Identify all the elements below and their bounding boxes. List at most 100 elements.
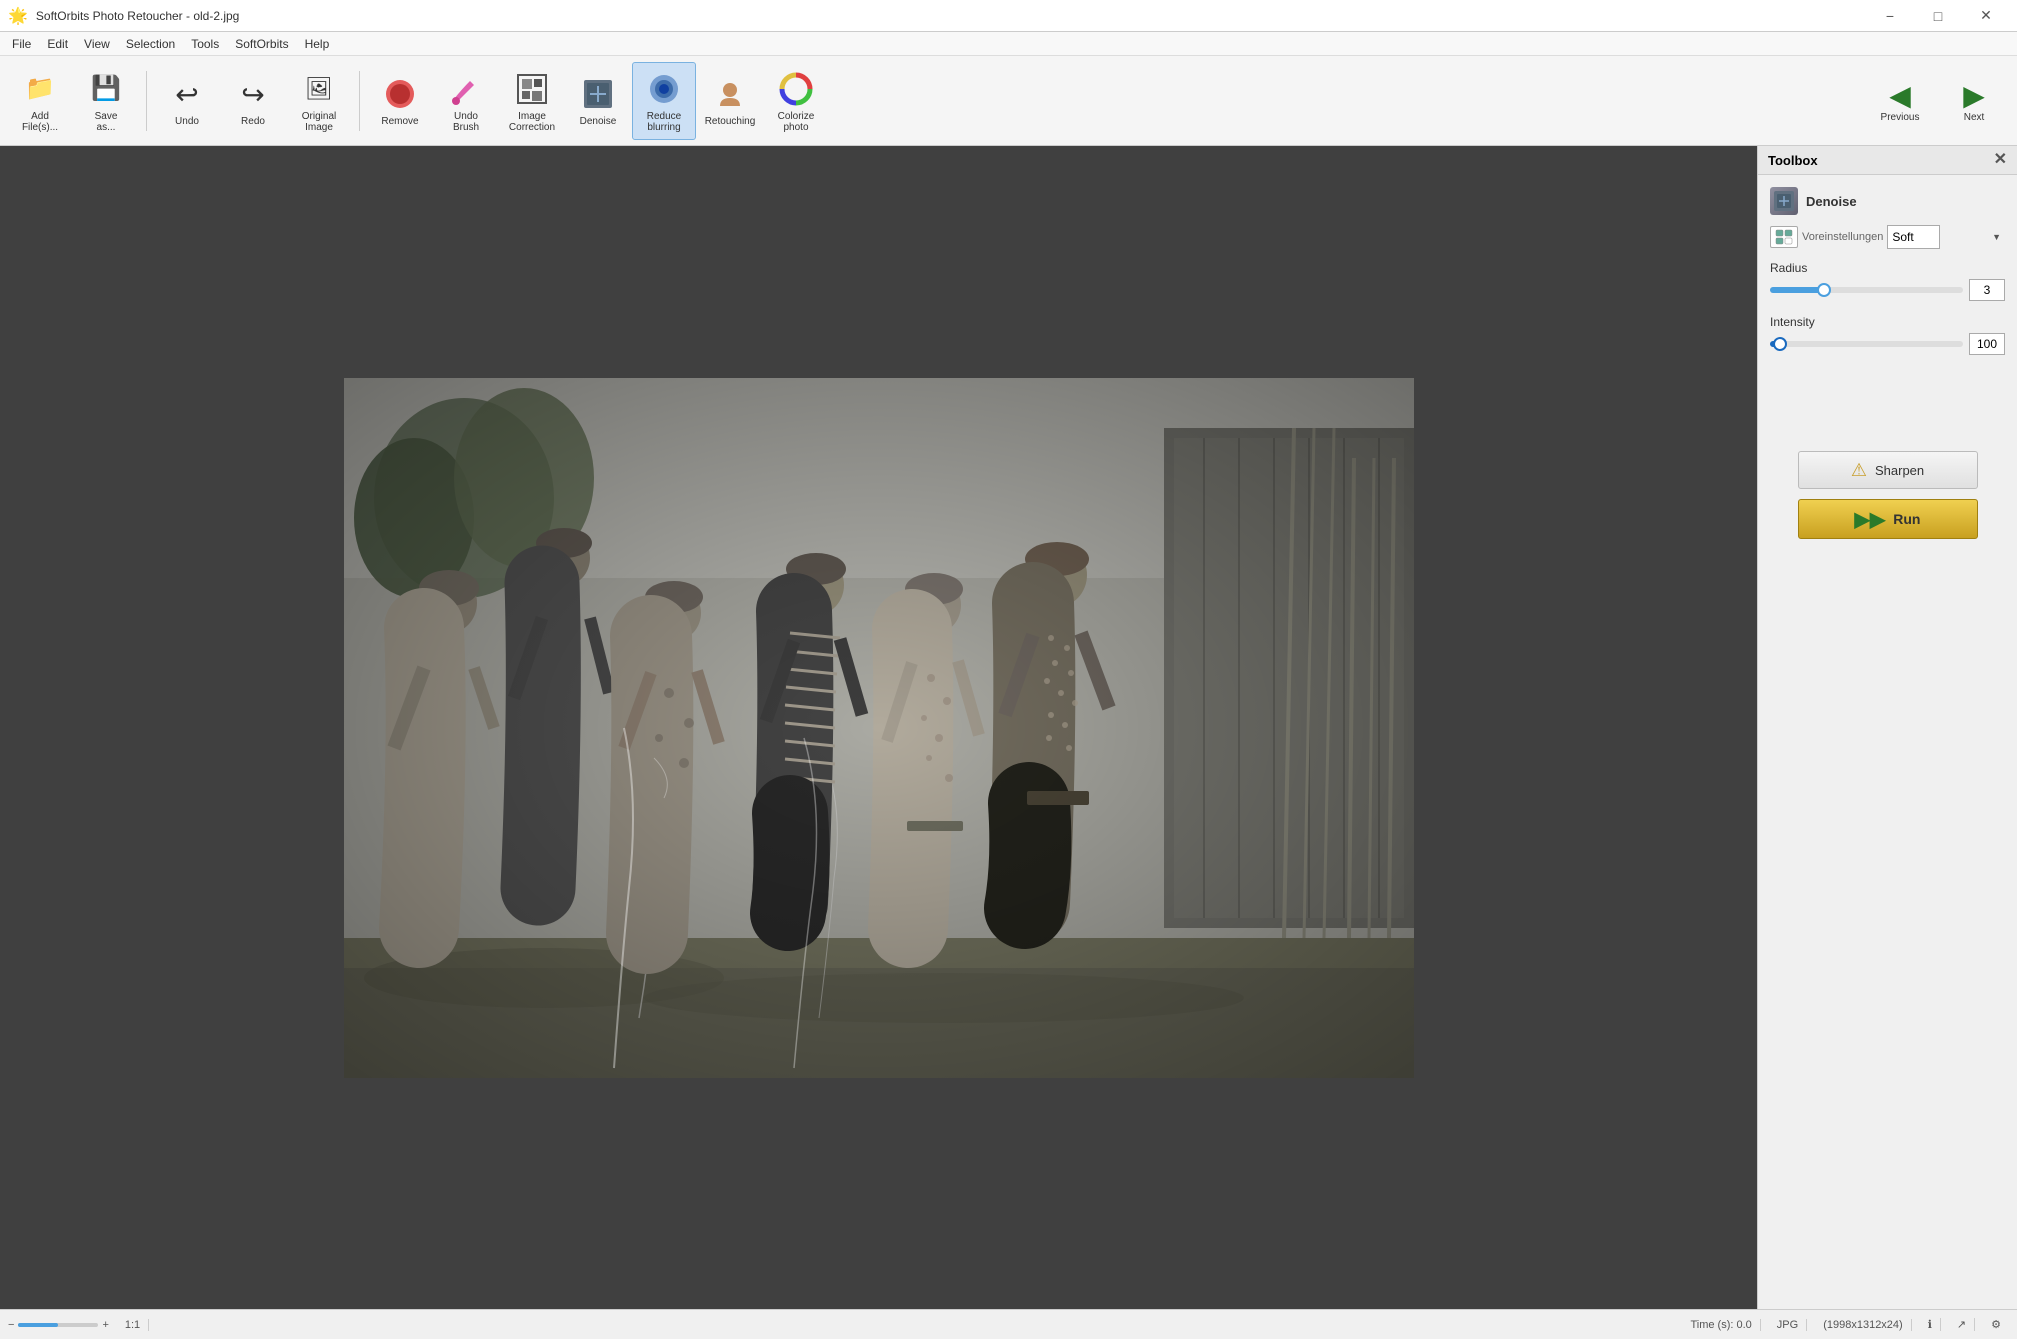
status-dimensions: (1998x1312x24): [1815, 1319, 1912, 1331]
status-info-icon[interactable]: ℹ: [1920, 1318, 1941, 1331]
sharpen-button[interactable]: ⚠ Sharpen: [1798, 451, 1978, 489]
spacer: [1770, 371, 2005, 451]
image-correction-label: ImageCorrection: [509, 111, 555, 133]
menu-file[interactable]: File: [4, 35, 39, 53]
radius-slider-row: Radius 3: [1770, 261, 2005, 301]
status-time: Time (s): 0.0: [1682, 1319, 1760, 1331]
toolbox-title: Toolbox: [1768, 153, 1818, 168]
previous-button[interactable]: ◀ Previous: [1865, 62, 1935, 140]
original-image-button[interactable]: 🖼 OriginalImage: [287, 62, 351, 140]
toolbar-group-file: 📁 AddFile(s)... 💾 Saveas...: [8, 62, 138, 140]
sharpen-icon: ⚠: [1851, 460, 1867, 481]
divider-2: [359, 71, 360, 131]
colorize-photo-button[interactable]: Colorizephoto: [764, 62, 828, 140]
intensity-slider-thumb[interactable]: [1773, 337, 1787, 351]
denoise-header: Denoise: [1770, 187, 2005, 215]
intensity-slider-control: 100: [1770, 333, 2005, 355]
reduce-blurring-label: Reduceblurring: [647, 111, 681, 133]
undo-button[interactable]: ↩ Undo: [155, 62, 219, 140]
redo-label: Redo: [241, 116, 265, 127]
zoom-level: 1:1: [117, 1319, 149, 1331]
remove-icon: [380, 74, 420, 114]
add-files-icon: 📁: [20, 69, 60, 109]
photo-container: [0, 146, 1757, 1309]
redo-button[interactable]: ↪ Redo: [221, 62, 285, 140]
presets-select[interactable]: Soft Medium Strong Custom: [1887, 225, 1940, 249]
next-button[interactable]: ▶ Next: [1939, 62, 2009, 140]
divider-1: [146, 71, 147, 131]
undo-brush-button[interactable]: UndoBrush: [434, 62, 498, 140]
intensity-value[interactable]: 100: [1969, 333, 2005, 355]
nav-buttons: ◀ Previous ▶ Next: [1865, 62, 2009, 140]
radius-slider-thumb[interactable]: [1817, 283, 1831, 297]
status-settings-icon[interactable]: ⚙: [1983, 1318, 2009, 1331]
toolbox-panel: Toolbox ✕ Denoise: [1757, 146, 2017, 1309]
save-as-label: Saveas...: [95, 111, 118, 133]
undo-brush-icon: [446, 69, 486, 109]
maximize-button[interactable]: □: [1915, 0, 1961, 32]
reduce-blurring-icon: [644, 69, 684, 109]
save-as-icon: 💾: [86, 69, 126, 109]
status-share-icon[interactable]: ↗: [1949, 1318, 1975, 1331]
remove-label: Remove: [381, 116, 418, 127]
window-title: SoftOrbits Photo Retoucher - old-2.jpg: [36, 9, 239, 23]
colorize-photo-label: Colorizephoto: [778, 111, 815, 133]
toolbox-denoise-section: Denoise Voreinstellungen: [1770, 187, 2005, 355]
presets-row: Voreinstellungen Soft Medium Strong Cust…: [1770, 225, 2005, 249]
menu-help[interactable]: Help: [297, 35, 338, 53]
next-icon: ▶: [1963, 79, 1985, 112]
intensity-slider-track[interactable]: [1770, 341, 1963, 347]
denoise-section-label: Denoise: [1806, 194, 1857, 209]
toolbox-close-button[interactable]: ✕: [1994, 152, 2007, 168]
main-area: Toolbox ✕ Denoise: [0, 146, 2017, 1309]
radius-value[interactable]: 3: [1969, 279, 2005, 301]
save-as-button[interactable]: 💾 Saveas...: [74, 62, 138, 140]
title-bar-left: 🌟 SoftOrbits Photo Retoucher - old-2.jpg: [8, 6, 239, 26]
radius-slider-control: 3: [1770, 279, 2005, 301]
reduce-blurring-button[interactable]: Reduceblurring: [632, 62, 696, 140]
status-bar: − + 1:1 Time (s): 0.0 JPG (1998x1312x24)…: [0, 1309, 2017, 1339]
radius-slider-track[interactable]: [1770, 287, 1963, 293]
retouching-icon: [710, 74, 750, 114]
add-files-button[interactable]: 📁 AddFile(s)...: [8, 62, 72, 140]
title-bar-controls: − □ ✕: [1867, 0, 2009, 32]
title-bar: 🌟 SoftOrbits Photo Retoucher - old-2.jpg…: [0, 0, 2017, 32]
toolbar-group-edit: ↩ Undo ↪ Redo 🖼 OriginalImage: [155, 62, 351, 140]
toolbox-header: Toolbox ✕: [1758, 146, 2017, 175]
menu-tools[interactable]: Tools: [183, 35, 227, 53]
denoise-tool-icon: [1770, 187, 1798, 215]
zoom-plus-icon[interactable]: +: [102, 1319, 108, 1331]
time-value: 0.0: [1737, 1319, 1752, 1331]
run-label: Run: [1893, 511, 1920, 527]
intensity-slider-row: Intensity 100: [1770, 315, 2005, 355]
original-image-icon: 🖼: [299, 69, 339, 109]
add-files-label: AddFile(s)...: [22, 111, 58, 133]
retouching-button[interactable]: Retouching: [698, 62, 762, 140]
close-button[interactable]: ✕: [1963, 0, 2009, 32]
presets-select-wrapper: Soft Medium Strong Custom: [1887, 225, 2005, 249]
retouching-label: Retouching: [705, 116, 756, 127]
minimize-button[interactable]: −: [1867, 0, 1913, 32]
time-label: Time (s):: [1690, 1319, 1733, 1331]
run-button[interactable]: ▶▶ Run: [1798, 499, 1978, 539]
undo-label: Undo: [175, 116, 199, 127]
radius-label: Radius: [1770, 261, 2005, 275]
zoom-slider[interactable]: [18, 1323, 98, 1327]
menu-edit[interactable]: Edit: [39, 35, 76, 53]
canvas-area[interactable]: [0, 146, 1757, 1309]
image-correction-button[interactable]: ImageCorrection: [500, 62, 564, 140]
menu-view[interactable]: View: [76, 35, 118, 53]
redo-icon: ↪: [233, 74, 273, 114]
previous-label: Previous: [1881, 112, 1920, 123]
toolbar-group-tools: Remove UndoBrush ImageCorre: [368, 62, 828, 140]
photo-image: [344, 378, 1414, 1078]
denoise-icon: [578, 74, 618, 114]
toolbar: 📁 AddFile(s)... 💾 Saveas... ↩ Undo ↪ Red…: [0, 56, 2017, 146]
remove-button[interactable]: Remove: [368, 62, 432, 140]
radius-slider-fill: [1770, 287, 1824, 293]
undo-icon: ↩: [167, 74, 207, 114]
menu-softorbits[interactable]: SoftOrbits: [227, 35, 296, 53]
menu-selection[interactable]: Selection: [118, 35, 183, 53]
zoom-minus-icon[interactable]: −: [8, 1319, 14, 1331]
denoise-button[interactable]: Denoise: [566, 62, 630, 140]
